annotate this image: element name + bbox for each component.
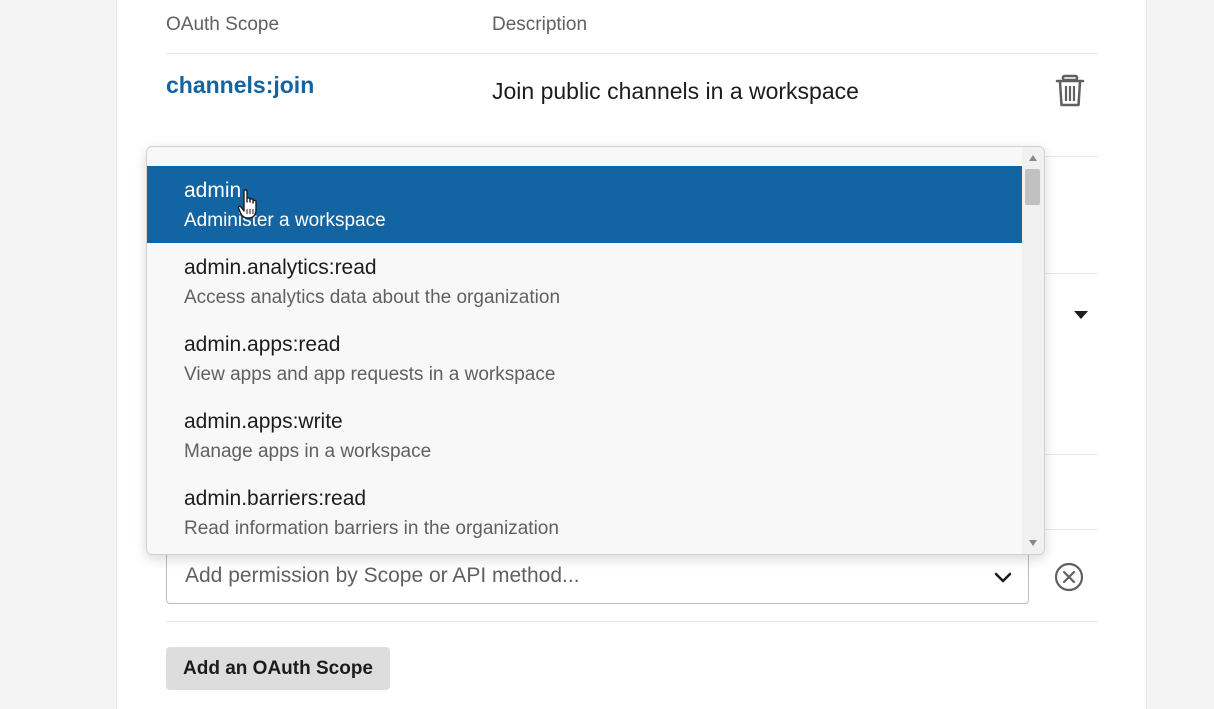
header-divider <box>166 53 1098 54</box>
caret-down-icon[interactable] <box>1071 308 1091 322</box>
option-description: View apps and app requests in a workspac… <box>184 364 556 385</box>
scroll-up-arrow-icon[interactable] <box>1029 155 1037 161</box>
scroll-down-arrow-icon[interactable] <box>1029 540 1037 546</box>
scope-description: Join public channels in a workspace <box>492 78 859 104</box>
add-permission-select[interactable]: Add permission by Scope or API method... <box>166 547 1029 604</box>
option-admin-apps-read[interactable]: admin.apps:read View apps and app reques… <box>147 320 1024 397</box>
option-description: Administer a workspace <box>184 210 386 231</box>
option-admin-analytics-read[interactable]: admin.analytics:read Access analytics da… <box>147 243 1024 320</box>
row-divider <box>166 621 1098 622</box>
option-name: admin.apps:write <box>184 410 343 433</box>
option-name: admin.barriers:read <box>184 487 367 510</box>
clear-icon[interactable] <box>1053 561 1085 593</box>
dropdown-scrollbar[interactable] <box>1022 147 1044 554</box>
option-name: admin.analytics:read <box>184 256 377 279</box>
hand-pointer-cursor-icon <box>237 188 261 222</box>
option-admin[interactable]: admin Administer a workspace <box>147 166 1024 243</box>
chevron-down-icon[interactable] <box>992 566 1014 588</box>
trash-icon[interactable] <box>1055 74 1085 108</box>
header-description: Description <box>492 14 588 35</box>
scope-link-channels-join[interactable]: channels:join <box>166 72 314 99</box>
option-name: admin.apps:read <box>184 333 341 356</box>
option-admin-barriers-read[interactable]: admin.barriers:read Read information bar… <box>147 474 1024 551</box>
row-divider <box>1044 454 1098 455</box>
option-description: Manage apps in a workspace <box>184 441 432 462</box>
option-description: Access analytics data about the organiza… <box>184 287 561 308</box>
add-oauth-scope-button[interactable]: Add an OAuth Scope <box>166 647 390 690</box>
option-description: Read information barriers in the organiz… <box>184 518 559 539</box>
option-name: admin <box>184 179 242 202</box>
row-divider <box>1044 156 1098 157</box>
select-placeholder: Add permission by Scope or API method... <box>185 564 580 587</box>
scope-options-list: admin Administer a workspace admin.analy… <box>147 166 1024 551</box>
option-admin-apps-write[interactable]: admin.apps:write Manage apps in a worksp… <box>147 397 1024 474</box>
scrollbar-thumb[interactable] <box>1025 169 1040 205</box>
row-divider <box>1044 273 1098 274</box>
header-oauth-scope: OAuth Scope <box>166 14 280 35</box>
scope-dropdown-menu: admin Administer a workspace admin.analy… <box>146 146 1045 555</box>
